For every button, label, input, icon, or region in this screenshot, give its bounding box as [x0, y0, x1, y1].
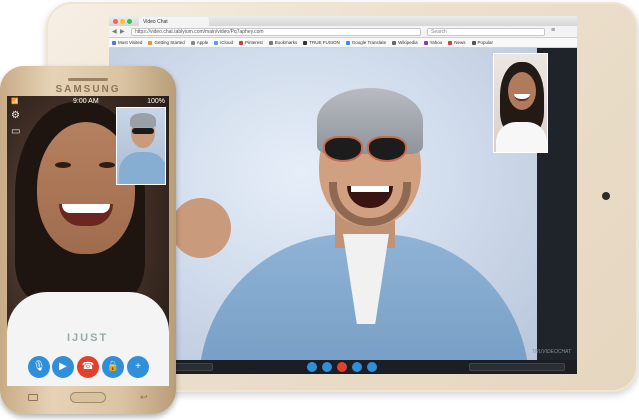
phone-screen: IJUST 📶 9:00 AM 100% ⚙ ▭ 🎙 ▶ ☎ 🔒 + [7, 96, 169, 386]
woman-face [508, 72, 536, 110]
bookmark-icon [303, 40, 308, 45]
chat-icon[interactable]: ▭ [11, 126, 20, 137]
address-bar[interactable]: https://video.chat.tablyium.com/main/vid… [131, 28, 421, 36]
video-chat-scene: Video Chat ◀ ▶ https://video.chat.tablyi… [0, 0, 639, 420]
bookmark-icon [471, 40, 476, 45]
url-bar-row: ◀ ▶ https://video.chat.tablyium.com/main… [109, 26, 577, 38]
bookmark-icon [190, 40, 195, 45]
video-button[interactable] [322, 362, 332, 372]
forward-icon[interactable]: ▶ [120, 28, 125, 35]
woman-eye-right [99, 162, 115, 168]
bookmark-label: Most Visited [118, 40, 143, 45]
shirt-text: IJUST [67, 332, 109, 344]
add-button[interactable]: + [127, 356, 149, 378]
sunglasses-left [323, 136, 363, 162]
bookmark-item[interactable]: Pinterest [239, 40, 263, 45]
back-icon[interactable]: ◀ [112, 28, 117, 35]
bookmark-label: Getting Started [154, 40, 185, 45]
phone-device: SAMSUNG IJUST 📶 9:00 AM 100% ⚙ ▭ 🎙 ▶ ☎ 🔒… [0, 66, 176, 414]
bookmark-icon [148, 40, 153, 45]
close-button[interactable] [113, 19, 118, 24]
bookmark-label: TRUE FUSION [309, 40, 340, 45]
phone-self-view-video[interactable] [116, 107, 166, 185]
bookmark-item[interactable]: Most Visited [112, 40, 142, 45]
woman-shirt [496, 122, 547, 152]
browser-window: Video Chat ◀ ▶ https://video.chat.tablyi… [109, 16, 577, 374]
bookmark-item[interactable]: Popular [471, 40, 494, 45]
phone-brand: SAMSUNG [55, 84, 121, 95]
man-hand [171, 198, 231, 258]
bookmark-item[interactable]: iCloud [214, 40, 233, 45]
search-input[interactable]: Search [427, 28, 545, 36]
bookmark-icon [214, 40, 219, 45]
tablet-camera [602, 192, 610, 200]
bookmark-item[interactable]: TRUE FUSION [303, 40, 340, 45]
call-controls-bar [109, 360, 577, 374]
add-button[interactable] [367, 362, 377, 372]
bookmark-label: Google Translate [351, 40, 387, 45]
chat-input[interactable] [173, 363, 213, 371]
battery-level: 100% [147, 98, 165, 105]
man-teeth [351, 186, 389, 192]
bookmark-label: Pinterest [245, 40, 263, 45]
bookmark-item[interactable]: Getting Started [148, 40, 185, 45]
bookmark-icon [239, 40, 243, 45]
bookmark-item[interactable]: Google Translate [345, 40, 387, 45]
recent-apps-icon[interactable] [28, 394, 38, 401]
man-shirt [119, 152, 165, 184]
mic-button[interactable] [307, 362, 317, 372]
bookmark-label: Popular [477, 40, 494, 45]
gear-icon[interactable]: ⚙ [11, 110, 20, 121]
bookmark-icon [423, 40, 428, 45]
watermark: TRUVIDEOCHAT [532, 349, 572, 355]
message-input[interactable] [469, 363, 565, 371]
bookmark-item[interactable]: News [448, 40, 466, 45]
tab-video-chat[interactable]: Video Chat [139, 17, 209, 26]
bookmark-item[interactable]: Yahoo [423, 40, 443, 45]
bookmark-icon [392, 40, 397, 45]
bookmark-icon [268, 40, 273, 45]
home-button[interactable] [70, 392, 106, 403]
woman-teeth [62, 204, 110, 213]
lock-button[interactable]: 🔒 [102, 356, 124, 378]
wifi-icon: 📶 [11, 99, 19, 105]
maximize-button[interactable] [127, 19, 132, 24]
menu-icon[interactable]: ≡ [551, 27, 555, 34]
bookmark-icon [112, 40, 116, 45]
lock-button[interactable] [352, 362, 362, 372]
end-call-button[interactable]: ☎ [77, 356, 99, 378]
mic-button[interactable]: 🎙 [28, 356, 50, 378]
minimize-button[interactable] [120, 19, 125, 24]
bookmark-icon [448, 40, 453, 45]
video-button[interactable]: ▶ [52, 356, 74, 378]
man-beanie [130, 113, 156, 127]
bookmark-label: iCloud [220, 40, 233, 45]
bookmark-label: Yahoo [429, 40, 443, 45]
self-view-video[interactable] [493, 53, 548, 153]
phone-call-controls: 🎙 ▶ ☎ 🔒 + [7, 356, 169, 380]
sunglasses-right [367, 136, 407, 162]
status-time: 9:00 AM [73, 98, 99, 105]
bookmark-item[interactable]: Bookmarks [268, 40, 298, 45]
status-bar: 📶 9:00 AM 100% [7, 96, 169, 108]
bookmark-label: Wikipedia [398, 40, 418, 45]
bookmark-item[interactable]: Wikipedia [392, 40, 418, 45]
sunglasses-icon [132, 128, 154, 134]
phone-speaker [68, 78, 108, 81]
bookmark-item[interactable]: Apple [190, 40, 209, 45]
back-icon[interactable]: ↩ [140, 392, 148, 403]
woman-eye-left [55, 162, 71, 168]
bookmark-label: News [454, 40, 466, 45]
bookmark-icon [345, 40, 350, 45]
end-call-button[interactable] [337, 362, 347, 372]
bookmarks-bar: Most Visited Getting Started Apple iCloud Pi… [109, 38, 577, 48]
browser-titlebar: Video Chat [109, 16, 577, 26]
bookmark-label: Bookmarks [274, 40, 298, 45]
bookmark-label: Apple [196, 40, 209, 45]
